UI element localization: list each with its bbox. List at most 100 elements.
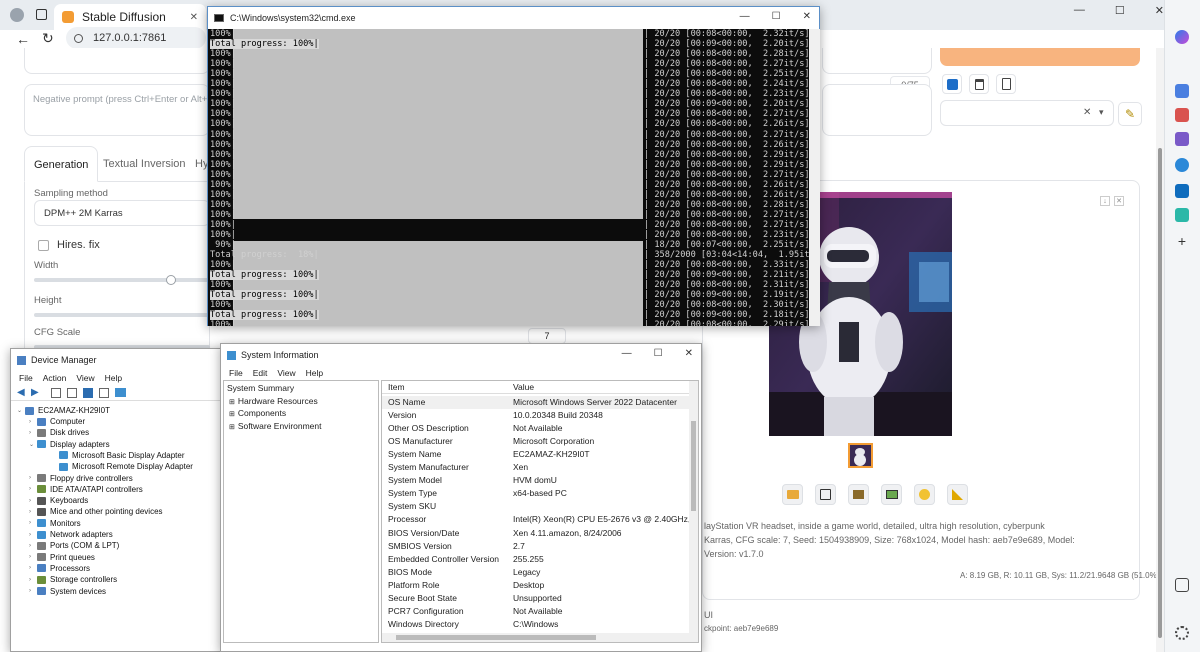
table-row[interactable]: Processor Intel(R) Xeon(R) CPU E5-2676 v3… <box>382 513 698 526</box>
close-icon[interactable]: ✕ <box>1155 4 1164 17</box>
device-tree-item[interactable]: › Floppy drive controllers <box>29 473 133 484</box>
action-list-icon[interactable] <box>99 388 109 398</box>
menu-view[interactable]: View <box>277 368 295 378</box>
table-row[interactable]: BIOS Version/Date Xen 4.11.amazon, 8/24/2… <box>382 527 690 540</box>
width-slider-knob[interactable] <box>166 275 176 285</box>
zip-button[interactable] <box>848 484 869 505</box>
monitor-icon[interactable] <box>115 388 126 397</box>
styles-clear-icon[interactable]: ✕ <box>1083 107 1091 118</box>
prompt-input-right[interactable] <box>822 48 932 74</box>
system-information-titlebar[interactable]: System Information — ☐ ✕ <box>221 344 701 366</box>
menu-file[interactable]: File <box>19 373 33 383</box>
menu-edit[interactable]: Edit <box>253 368 268 378</box>
generate-button[interactable] <box>940 48 1140 66</box>
footer-ui-link[interactable]: UI <box>704 610 713 620</box>
send-to-extras-button[interactable] <box>947 484 968 505</box>
cmd-console-output[interactable]: 100%| | 20/20 [00:08<00:00, 2.32it/s] Tota… <box>208 29 809 326</box>
device-tree-item[interactable]: › Keyboards <box>29 495 88 506</box>
outlook-icon[interactable] <box>1175 184 1189 198</box>
device-tree-item[interactable]: › Computer <box>29 416 85 427</box>
device-tree-item[interactable]: Microsoft Basic Display Adapter <box>51 450 185 461</box>
menu-view[interactable]: View <box>76 373 94 383</box>
height-slider[interactable] <box>34 313 210 317</box>
copilot-icon[interactable] <box>1175 30 1189 44</box>
table-row[interactable]: Other OS Description Not Available <box>382 422 690 435</box>
send-to-img2img-button[interactable] <box>881 484 902 505</box>
table-horizontal-scrollbar[interactable] <box>382 633 690 642</box>
expand-twisty-icon[interactable]: › <box>29 475 37 481</box>
table-row[interactable]: PCR7 Configuration Not Available <box>382 605 690 618</box>
width-slider[interactable] <box>34 278 210 282</box>
chevron-down-icon[interactable]: ▾ <box>1099 107 1104 118</box>
edit-styles-button[interactable]: ✎ <box>1118 102 1142 126</box>
tag-icon[interactable] <box>1175 84 1189 98</box>
minimize-icon[interactable]: — <box>622 348 632 359</box>
expand-twisty-icon[interactable]: › <box>29 565 37 571</box>
expand-twisty-icon[interactable]: › <box>29 419 37 425</box>
tree-software-environment[interactable]: ⊞ Software Environment <box>229 421 322 431</box>
expand-twisty-icon[interactable]: › <box>29 509 37 515</box>
prompt-input[interactable] <box>24 48 210 74</box>
expand-twisty-icon[interactable]: › <box>29 554 37 560</box>
menu-file[interactable]: File <box>229 368 243 378</box>
device-tree-root[interactable]: ⌄ EC2AMAZ-KH29I0T <box>17 405 110 416</box>
expand-icon[interactable]: ⊞ <box>229 399 235 406</box>
table-row[interactable]: BIOS Mode Legacy <box>382 566 690 579</box>
download-icon[interactable]: ↓ <box>1100 196 1110 206</box>
device-tree-item[interactable]: › System devices <box>29 586 106 597</box>
close-icon[interactable]: ✕ <box>685 348 693 359</box>
designer-icon[interactable] <box>1175 208 1189 222</box>
close-icon[interactable]: ✕ <box>803 11 811 22</box>
table-row[interactable]: Windows Directory C:\Windows <box>382 618 690 631</box>
table-row[interactable]: Embedded Controller Version 255.255 <box>382 553 690 566</box>
settings-gear-icon[interactable] <box>1175 626 1189 640</box>
menu-help[interactable]: Help <box>105 373 122 383</box>
paste-button[interactable] <box>996 74 1016 94</box>
hires-fix-checkbox[interactable] <box>38 239 49 251</box>
expand-twisty-icon[interactable]: ⌄ <box>17 407 25 414</box>
maximize-icon[interactable]: ☐ <box>654 348 663 359</box>
add-sidebar-app-icon[interactable]: + <box>1175 234 1189 248</box>
split-screen-icon[interactable] <box>1175 578 1189 592</box>
column-item[interactable]: Item <box>388 382 405 392</box>
table-row[interactable]: System Type x64-based PC <box>382 487 690 500</box>
tree-system-summary[interactable]: System Summary <box>227 383 294 393</box>
table-row[interactable]: System Name EC2AMAZ-KH29I0T <box>382 448 690 461</box>
table-row[interactable]: System Model HVM domU <box>382 474 690 487</box>
cmd-scrollbar[interactable] <box>809 29 820 326</box>
tab-actions-icon[interactable] <box>36 9 47 20</box>
address-bar[interactable]: 127.0.0.1:7861 <box>66 27 206 49</box>
device-tree-item[interactable]: › Network adapters <box>29 529 113 540</box>
forward-arrow-icon[interactable]: ▶ <box>31 387 39 398</box>
tree-hardware-resources[interactable]: ⊞ Hardware Resources <box>229 396 318 406</box>
gallery-thumbnail[interactable] <box>848 443 873 468</box>
expand-twisty-icon[interactable]: › <box>29 486 37 492</box>
hires-fix-toggle[interactable]: Hires. fix <box>34 234 210 256</box>
scrollbar-thumb[interactable] <box>691 421 696 511</box>
cmd-titlebar[interactable]: C:\Windows\system32\cmd.exe — ☐ ✕ <box>208 7 819 29</box>
open-folder-button[interactable] <box>782 484 803 505</box>
games-icon[interactable] <box>1175 132 1189 146</box>
save-button[interactable] <box>815 484 836 505</box>
expand-twisty-icon[interactable]: › <box>29 520 37 526</box>
expand-icon[interactable]: ⊞ <box>229 424 235 431</box>
expand-twisty-icon[interactable]: › <box>29 588 37 594</box>
table-row[interactable]: System SKU <box>382 500 690 513</box>
refresh-icon[interactable]: ↻ <box>42 30 54 47</box>
device-manager-titlebar[interactable]: Device Manager <box>11 349 221 371</box>
table-row[interactable]: Version 10.0.20348 Build 20348 <box>382 409 690 422</box>
help-icon[interactable] <box>83 388 93 398</box>
table-row[interactable]: OS Manufacturer Microsoft Corporation <box>382 435 690 448</box>
device-tree-item[interactable]: › IDE ATA/ATAPI controllers <box>29 484 143 495</box>
device-tree-item[interactable]: › Mice and other pointing devices <box>29 506 163 517</box>
column-value[interactable]: Value <box>513 382 534 392</box>
table-row[interactable]: OS Name Microsoft Windows Server 2022 Dat… <box>382 396 690 409</box>
tab-generation[interactable]: Generation <box>24 146 99 182</box>
m365-icon[interactable] <box>1175 158 1189 172</box>
scrollbar-thumb[interactable] <box>396 635 596 640</box>
expand-twisty-icon[interactable]: › <box>29 532 37 538</box>
negative-prompt-input[interactable]: Negative prompt (press Ctrl+Enter or Alt… <box>24 84 235 136</box>
device-tree-item[interactable]: ⌄ Display adapters <box>29 439 110 450</box>
device-tree-item[interactable]: › Ports (COM & LPT) <box>29 540 119 551</box>
sampling-method-dropdown[interactable]: DPM++ 2M Karras <box>34 200 210 226</box>
